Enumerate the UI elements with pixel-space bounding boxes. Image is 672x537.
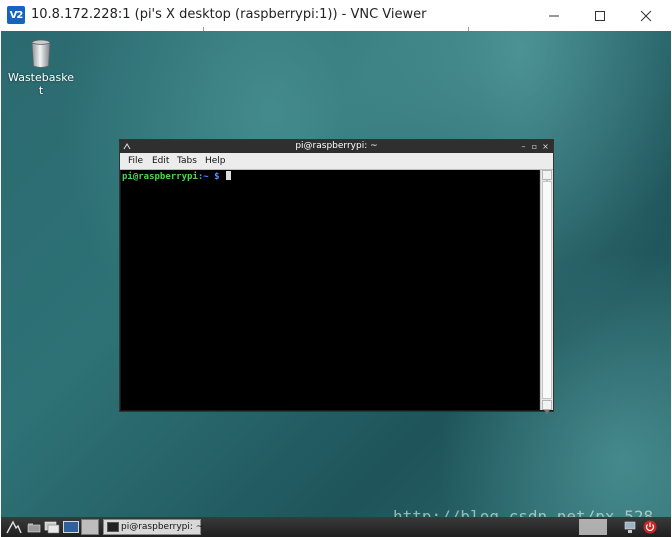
prompt-user: pi@raspberrypi xyxy=(122,172,198,182)
remote-desktop: Wastebasket pi@raspberrypi: ~ – ▫ × File… xyxy=(1,31,671,537)
terminal-launcher[interactable] xyxy=(43,519,61,535)
terminal-title: pi@raspberrypi: ~ xyxy=(295,141,378,151)
menu-file[interactable]: File xyxy=(128,155,143,167)
prompt-path: :~ $ xyxy=(197,172,220,182)
terminal-output[interactable]: pi@raspberrypi:~ $ xyxy=(121,170,539,410)
vnc-title-bar: V2 10.8.172.228:1 (pi's X desktop (raspb… xyxy=(0,0,672,34)
terminal-icon xyxy=(44,521,60,534)
scroll-up-button[interactable] xyxy=(542,170,552,184)
maximize-icon xyxy=(595,10,605,21)
file-manager-launcher[interactable] xyxy=(25,519,43,535)
scroll-down-button[interactable] xyxy=(542,400,552,414)
trash-bin-icon xyxy=(31,39,51,68)
terminal-window[interactable]: pi@raspberrypi: ~ – ▫ × File Edit Tabs H… xyxy=(119,139,554,414)
shutdown-button[interactable] xyxy=(641,519,659,535)
menu-icon xyxy=(6,520,22,534)
terminal-menu-bar: File Edit Tabs Help xyxy=(120,153,553,170)
close-button[interactable] xyxy=(623,0,669,31)
terminal-maximize-button[interactable]: ▫ xyxy=(530,140,539,153)
menu-tabs[interactable]: Tabs xyxy=(177,155,197,167)
text-cursor xyxy=(225,171,231,180)
task-terminal-icon xyxy=(107,522,119,532)
menu-edit[interactable]: Edit xyxy=(152,155,169,167)
maximize-button[interactable] xyxy=(577,0,623,31)
terminal-close-button[interactable]: × xyxy=(541,140,550,153)
taskbar-task-terminal[interactable]: pi@raspberrypi: ~ xyxy=(103,519,204,535)
minimize-icon xyxy=(549,15,559,16)
tray-area[interactable] xyxy=(579,519,607,535)
vnc-logo-icon: V2 xyxy=(7,6,25,24)
desktop-icon-label: Wastebasket xyxy=(8,71,74,97)
show-desktop-launcher[interactable] xyxy=(62,519,80,535)
terminal-title-bar[interactable]: pi@raspberrypi: ~ – ▫ × xyxy=(120,140,553,153)
minimize-button[interactable] xyxy=(531,0,577,31)
network-tray-button[interactable] xyxy=(621,519,639,535)
file-manager-icon xyxy=(27,523,41,533)
terminal-scrollbar[interactable] xyxy=(540,170,553,414)
taskbar-panel: pi@raspberrypi: ~ xyxy=(1,517,671,537)
power-icon xyxy=(643,520,657,534)
terminal-prompt: pi@raspberrypi:~ $ xyxy=(122,171,231,183)
pager-button[interactable] xyxy=(81,519,99,535)
desktop-icon xyxy=(63,521,79,533)
menu-help[interactable]: Help xyxy=(205,155,226,167)
task-label: pi@raspberrypi: ~ xyxy=(121,522,204,532)
app-menu-button[interactable] xyxy=(5,519,23,535)
close-icon xyxy=(640,10,652,21)
terminal-minimize-button[interactable]: – xyxy=(519,140,528,153)
desktop-icon-wastebasket[interactable]: Wastebasket xyxy=(8,39,74,97)
network-icon xyxy=(624,521,636,533)
vnc-window-title: 10.8.172.228:1 (pi's X desktop (raspberr… xyxy=(31,7,427,22)
scroll-down-icon xyxy=(544,410,550,414)
scroll-thumb[interactable] xyxy=(542,181,552,399)
